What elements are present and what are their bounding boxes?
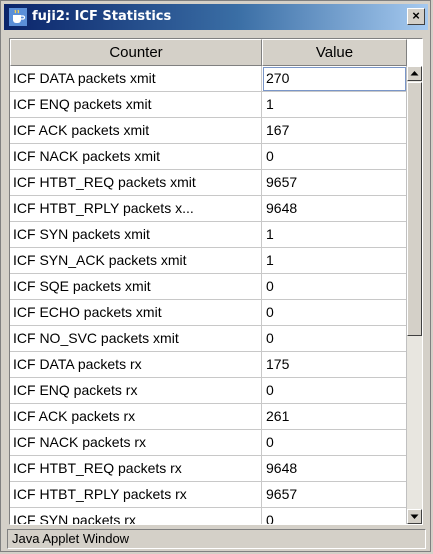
counter-cell[interactable]: ICF ENQ packets rx [10,378,262,404]
table-row[interactable]: ICF SYN packets rx 0 [10,508,407,524]
counter-cell[interactable]: ICF HTBT_REQ packets xmit [10,170,262,196]
value-cell[interactable]: 1 [262,222,407,248]
counter-cell[interactable]: ICF ACK packets rx [10,404,262,430]
counter-cell[interactable]: ICF DATA packets rx [10,352,262,378]
value-cell[interactable]: 9657 [262,482,407,508]
counter-cell[interactable]: ICF SYN packets xmit [10,222,262,248]
scroll-down-button[interactable] [407,509,422,524]
scroll-up-button[interactable] [407,66,422,81]
value-cell[interactable]: 0 [262,274,407,300]
java-coffee-cup-icon [9,8,27,26]
value-cell[interactable]: 1 [262,92,407,118]
table-header: Counter Value [10,39,407,66]
table-row[interactable]: ICF SYN_ACK packets xmit 1 [10,248,407,274]
counter-cell[interactable]: ICF NACK packets rx [10,430,262,456]
value-cell[interactable]: 9648 [262,196,407,222]
table-row[interactable]: ICF ACK packets rx 261 [10,404,407,430]
counter-cell[interactable]: ICF HTBT_REQ packets rx [10,456,262,482]
table-row[interactable]: ICF NO_SVC packets xmit 0 [10,326,407,352]
value-cell[interactable]: 261 [262,404,407,430]
vertical-scrollbar[interactable] [406,66,422,524]
table-row[interactable]: ICF HTBT_RPLY packets x... 9648 [10,196,407,222]
value-cell[interactable]: 167 [262,118,407,144]
statistics-table[interactable]: Counter Value ICF DATA packets xmit 270 … [9,38,423,525]
table-row[interactable]: ICF SYN packets xmit 1 [10,222,407,248]
counter-cell[interactable]: ICF SQE packets xmit [10,274,262,300]
counter-cell[interactable]: ICF SYN_ACK packets xmit [10,248,262,274]
table-row[interactable]: ICF ENQ packets rx 0 [10,378,407,404]
column-header-counter[interactable]: Counter [10,39,262,66]
scrollbar-thumb[interactable] [407,82,422,336]
counter-cell[interactable]: ICF ACK packets xmit [10,118,262,144]
arrow-up-icon [410,71,419,76]
counter-cell[interactable]: ICF HTBT_RPLY packets rx [10,482,262,508]
counter-cell[interactable]: ICF NACK packets xmit [10,144,262,170]
counter-cell[interactable]: ICF HTBT_RPLY packets x... [10,196,262,222]
value-cell[interactable]: 175 [262,352,407,378]
status-text: Java Applet Window [12,531,130,546]
value-cell[interactable]: 0 [262,300,407,326]
counter-cell[interactable]: ICF DATA packets xmit [10,66,262,92]
table-row[interactable]: ICF DATA packets rx 175 [10,352,407,378]
table-body: ICF DATA packets xmit 270 ICF ENQ packet… [10,66,407,524]
table-row[interactable]: ICF ECHO packets xmit 0 [10,300,407,326]
counter-cell[interactable]: ICF NO_SVC packets xmit [10,326,262,352]
table-row[interactable]: ICF NACK packets xmit 0 [10,144,407,170]
value-cell[interactable]: 0 [262,430,407,456]
table-row[interactable]: ICF DATA packets xmit 270 [10,66,407,92]
value-cell[interactable]: 0 [262,326,407,352]
value-cell[interactable]: 270 [262,66,407,92]
title-bar[interactable]: fuji2: ICF Statistics × [4,4,428,30]
value-cell[interactable]: 0 [262,508,407,524]
value-cell[interactable]: 0 [262,144,407,170]
arrow-down-icon [410,514,419,519]
counter-cell[interactable]: ICF ENQ packets xmit [10,92,262,118]
value-cell[interactable]: 1 [262,248,407,274]
table-row[interactable]: ICF HTBT_REQ packets xmit 9657 [10,170,407,196]
column-header-value[interactable]: Value [262,39,407,66]
table-row[interactable]: ICF HTBT_RPLY packets rx 9657 [10,482,407,508]
window-title: fuji2: ICF Statistics [32,9,172,24]
table-row[interactable]: ICF ENQ packets xmit 1 [10,92,407,118]
table-row[interactable]: ICF HTBT_REQ packets rx 9648 [10,456,407,482]
close-button[interactable]: × [407,8,425,25]
value-cell[interactable]: 0 [262,378,407,404]
value-cell[interactable]: 9657 [262,170,407,196]
table-row[interactable]: ICF SQE packets xmit 0 [10,274,407,300]
applet-window: fuji2: ICF Statistics × Counter Value IC… [0,0,431,552]
table-row[interactable]: ICF ACK packets xmit 167 [10,118,407,144]
value-cell[interactable]: 9648 [262,456,407,482]
counter-cell[interactable]: ICF SYN packets rx [10,508,262,524]
close-icon: × [412,8,420,23]
counter-cell[interactable]: ICF ECHO packets xmit [10,300,262,326]
status-bar: Java Applet Window [7,529,426,549]
table-row[interactable]: ICF NACK packets rx 0 [10,430,407,456]
